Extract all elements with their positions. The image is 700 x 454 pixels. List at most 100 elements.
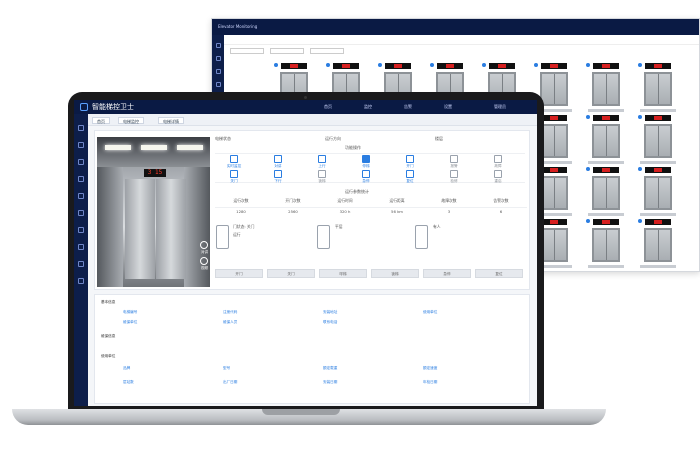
- floor-display: [489, 63, 515, 69]
- function-button[interactable]: 停梯: [351, 154, 381, 169]
- elevator-door: [540, 124, 568, 158]
- function-button[interactable]: 上行: [307, 154, 337, 169]
- table-title: 运行参数统计: [345, 189, 369, 194]
- function-icon: [318, 155, 326, 163]
- menu-icon[interactable]: [78, 278, 84, 284]
- menu-icon[interactable]: [78, 227, 84, 233]
- action-button[interactable]: 锁梯: [371, 269, 419, 278]
- table-header: 运行次数: [233, 198, 249, 203]
- function-button[interactable]: 报警: [439, 154, 469, 169]
- info-field: 型号: [223, 366, 231, 370]
- intercom-icon[interactable]: [200, 241, 208, 249]
- function-button[interactable]: 对讲: [263, 154, 293, 169]
- function-button[interactable]: 实时监控: [219, 154, 249, 169]
- menu-icon[interactable]: [78, 125, 84, 131]
- top-link[interactable]: 设置: [444, 104, 452, 110]
- info-field: 注册代码: [223, 310, 238, 314]
- function-button[interactable]: 锁梯: [307, 169, 337, 184]
- elevator-card[interactable]: [638, 219, 678, 271]
- function-button[interactable]: 急停: [351, 169, 381, 184]
- menu-icon[interactable]: [215, 43, 221, 48]
- menu-icon[interactable]: [78, 244, 84, 250]
- action-button[interactable]: 急停: [423, 269, 471, 278]
- filter-input[interactable]: [270, 48, 304, 54]
- tab-home[interactable]: 首页: [92, 117, 110, 124]
- app-title: 智能梯控卫士: [92, 103, 134, 111]
- function-button[interactable]: 重启: [483, 169, 513, 184]
- status-dot: [638, 167, 642, 171]
- function-button[interactable]: 检修: [439, 169, 469, 184]
- app-sidebar: [74, 114, 88, 406]
- table-cell: 56 km: [371, 207, 423, 215]
- tab-detail[interactable]: 电梯详情: [158, 117, 184, 124]
- elevator-door: [644, 228, 672, 262]
- action-button[interactable]: 呼梯: [319, 269, 367, 278]
- menu-icon[interactable]: [215, 56, 221, 61]
- top-link[interactable]: 首页: [324, 104, 332, 110]
- door-panel-right: [156, 179, 186, 279]
- elevator-card[interactable]: [586, 167, 626, 221]
- floor-digit: [550, 168, 558, 172]
- menu-icon[interactable]: [78, 210, 84, 216]
- menu-icon[interactable]: [78, 176, 84, 182]
- function-button[interactable]: 关门: [219, 169, 249, 184]
- menu-icon[interactable]: [78, 142, 84, 148]
- elevator-camera-view[interactable]: 3 15 对讲 视频: [97, 137, 210, 287]
- floor-digit: [654, 64, 662, 68]
- ceiling: [97, 137, 210, 167]
- elevator-card[interactable]: [586, 63, 626, 117]
- function-label: 下行: [274, 179, 282, 183]
- status-label-d: 有人: [433, 224, 441, 229]
- section-unit: 使用单位: [101, 354, 116, 358]
- info-field: 维保单位: [123, 320, 138, 324]
- video-label: 视频: [201, 266, 208, 270]
- filter-input[interactable]: [310, 48, 344, 54]
- floor-digit: [602, 116, 610, 120]
- app-top-bar: 智能梯控卫士 首页 监控 告警 设置 管理员: [74, 100, 537, 114]
- function-icon: [406, 155, 414, 163]
- function-icon: [450, 170, 458, 178]
- user-name[interactable]: 管理员: [494, 104, 506, 110]
- card-caption: [588, 109, 624, 112]
- menu-icon[interactable]: [78, 193, 84, 199]
- elevator-card[interactable]: [638, 167, 678, 221]
- tab-monitor[interactable]: 电梯监控: [118, 117, 144, 124]
- menu-icon[interactable]: [215, 82, 221, 87]
- card-caption: [588, 265, 624, 268]
- function-button[interactable]: 复位: [395, 169, 425, 184]
- floor-digit: [550, 64, 558, 68]
- section-title: 功能操作: [345, 145, 361, 150]
- function-button[interactable]: 开门: [395, 154, 425, 169]
- info-field: 品牌: [123, 366, 131, 370]
- filter-input[interactable]: [230, 48, 264, 54]
- logo-icon: [80, 103, 88, 111]
- function-icon: [494, 155, 502, 163]
- elevator-door: [592, 176, 620, 210]
- status-label-b: 运行: [233, 232, 241, 237]
- status-label-c: 平层: [335, 224, 343, 229]
- info-field: 安装地址: [323, 310, 338, 314]
- top-link[interactable]: 监控: [364, 104, 372, 110]
- action-button[interactable]: 开门: [215, 269, 263, 278]
- action-button[interactable]: 复位: [475, 269, 523, 278]
- menu-icon[interactable]: [78, 261, 84, 267]
- function-button[interactable]: 故障: [483, 154, 513, 169]
- card-caption: [640, 109, 676, 112]
- function-label: 重启: [494, 179, 502, 183]
- status-dot: [482, 63, 486, 67]
- elevator-card[interactable]: [638, 63, 678, 117]
- menu-icon[interactable]: [78, 159, 84, 165]
- section-maintenance: 维保信息: [101, 334, 116, 338]
- elevator-card[interactable]: [586, 115, 626, 169]
- menu-icon[interactable]: [215, 69, 221, 74]
- elevator-card[interactable]: [586, 219, 626, 271]
- action-button[interactable]: 关门: [267, 269, 315, 278]
- elevator-card[interactable]: [638, 115, 678, 169]
- function-button[interactable]: 下行: [263, 169, 293, 184]
- info-field: 层站数: [123, 380, 134, 384]
- top-link[interactable]: 告警: [404, 104, 412, 110]
- floor-digit: [498, 64, 506, 68]
- video-icon[interactable]: [200, 257, 208, 265]
- camera: [304, 96, 307, 99]
- door-panel-left: [125, 179, 155, 279]
